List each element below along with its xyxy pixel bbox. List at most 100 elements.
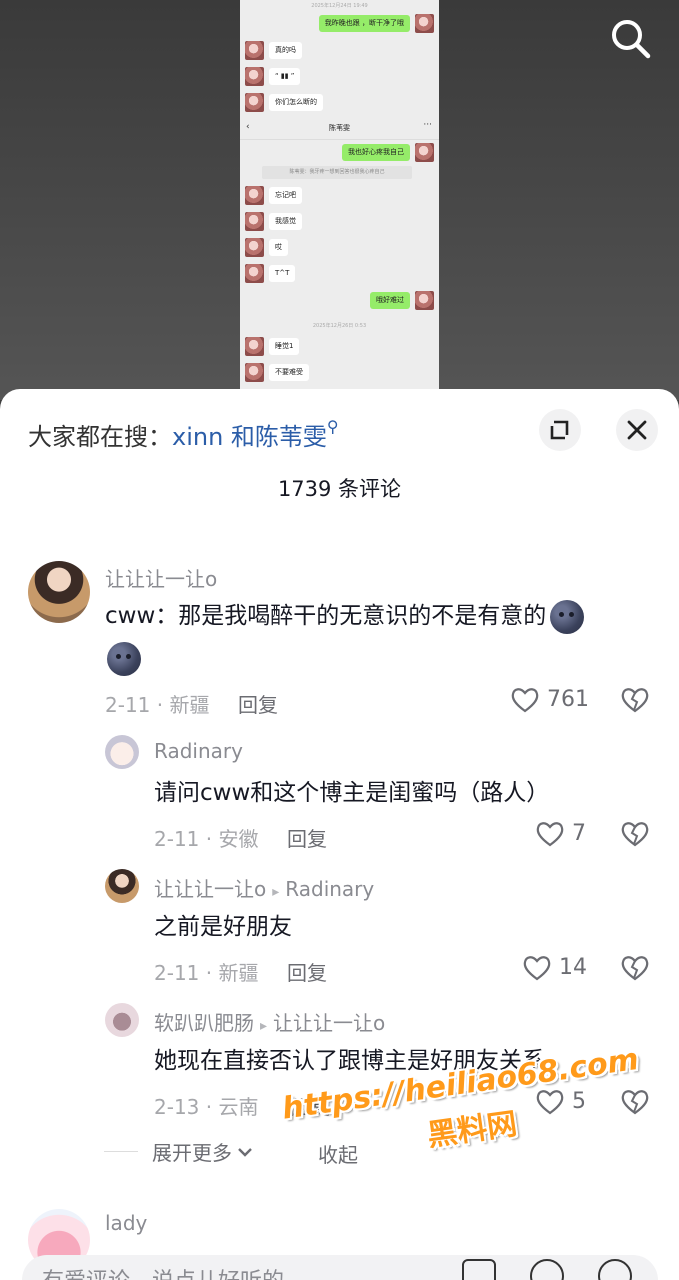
comment-date-region: 2-13 · 云南: [154, 1095, 259, 1119]
dislike-button[interactable]: [620, 954, 650, 982]
reply-target-username[interactable]: Radinary: [285, 877, 374, 901]
chat-avatar: [245, 93, 264, 112]
hot-search-prefix: 大家都在搜：: [28, 423, 172, 451]
chat-message: 真的吗: [240, 41, 439, 61]
comment-input[interactable]: 有爱评论，说点儿好听的: [22, 1255, 658, 1280]
search-icon: [612, 20, 651, 59]
dislike-button[interactable]: [620, 686, 650, 714]
chat-message: 哎: [240, 238, 439, 258]
comment-username-text[interactable]: 软趴趴肥肠: [154, 1011, 254, 1035]
comment-username[interactable]: lady: [105, 1211, 147, 1235]
chat-bubble: 真的吗: [269, 42, 302, 59]
reply-button[interactable]: 回复: [287, 957, 327, 986]
moon-emoji-icon: [107, 641, 141, 676]
chat-bubble: 不要难受: [269, 364, 309, 381]
more-icon: ···: [423, 120, 432, 130]
comment-username[interactable]: 让让让一让o: [105, 563, 217, 592]
like-count: 7: [572, 821, 586, 846]
avatar[interactable]: [105, 735, 139, 769]
collapse-button[interactable]: 收起: [318, 1139, 358, 1168]
chat-bubble: 哎: [269, 239, 288, 256]
reply-arrow-icon: ▸: [260, 1018, 268, 1034]
like-count: 761: [547, 687, 589, 712]
comment-date-region: 2-11 · 新疆: [105, 693, 210, 717]
chat-bubble: 你们怎么断的: [269, 94, 323, 111]
chat-message: 我昨晚也跟 ，断干净了哦: [240, 14, 439, 34]
moon-emoji-icon: [550, 599, 585, 634]
reply-button[interactable]: 回复: [238, 689, 278, 718]
chat-message: “ ▮▮ ”: [240, 67, 439, 87]
reply-arrow-icon: ▸: [272, 884, 280, 900]
chat-quote: 陈苇雯：我牙疼一想到回答也很我心疼自己: [262, 166, 412, 179]
avatar[interactable]: [105, 869, 139, 903]
like-button[interactable]: 7: [535, 820, 586, 848]
chat-message: 不要难受: [240, 363, 439, 383]
comment-date-region: 2-11 · 新疆: [154, 961, 259, 985]
chat-avatar: [415, 291, 434, 310]
hot-search-keyword[interactable]: xinn 和陈苇雯: [172, 423, 327, 451]
chat-message: T^T: [240, 264, 439, 284]
expand-button[interactable]: [539, 409, 581, 451]
broken-heart-icon: [621, 1090, 649, 1115]
video-area[interactable]: 2025年12月24日 19:49 我昨晚也跟 ，断干净了哦 真的吗 “ ▮▮ …: [0, 0, 679, 400]
hot-search-bar[interactable]: 大家都在搜：xinn 和陈苇雯⚲: [28, 417, 339, 452]
chat-header: ‹ 陈苇雯 ···: [240, 118, 439, 140]
comment-username: 让让让一让o ▸ Radinary: [154, 873, 374, 902]
like-count: 5: [572, 1089, 586, 1114]
comment-input-placeholder: 有爱评论，说点儿好听的: [42, 1263, 284, 1280]
reply-button[interactable]: 回复: [290, 1091, 330, 1120]
comment-count: 1739 条评论: [277, 477, 402, 501]
avatar[interactable]: [105, 1003, 139, 1037]
avatar[interactable]: [28, 561, 90, 623]
chat-message: 你们怎么断的: [240, 93, 439, 113]
chat-avatar: [415, 14, 434, 33]
comment-text: 之前是好朋友: [154, 914, 292, 940]
close-button[interactable]: [616, 409, 658, 451]
chat-message: 哦好难过: [240, 291, 439, 311]
chat-bubble: T^T: [269, 265, 296, 282]
heart-icon: [511, 688, 539, 713]
expand-more-button[interactable]: 展开更多: [104, 1137, 253, 1167]
emoji-icon[interactable]: [598, 1259, 632, 1280]
expand-more-label: 展开更多: [152, 1141, 232, 1165]
like-count: 14: [559, 955, 587, 980]
comment-username[interactable]: Radinary: [154, 739, 243, 763]
chat-avatar: [245, 264, 264, 283]
divider: [104, 1151, 138, 1152]
chat-avatar: [245, 337, 264, 356]
broken-heart-icon: [621, 956, 649, 981]
comment-username: 软趴趴肥肠 ▸ 让让让一让o: [154, 1007, 385, 1036]
chat-message: 我也好心疼我自己: [240, 143, 439, 163]
chat-bubble: 睡觉1: [269, 338, 300, 355]
reply-target-username[interactable]: 让让让一让o: [273, 1011, 385, 1035]
comment-username-text[interactable]: 让让让一让o: [154, 877, 266, 901]
broken-heart-icon: [621, 688, 649, 713]
expand-icon: [550, 420, 569, 440]
chat-bubble: 我感觉: [269, 213, 302, 230]
chat-message: 我感觉: [240, 212, 439, 232]
chat-bubble: 忘记吧: [269, 187, 302, 204]
dislike-button[interactable]: [620, 1088, 650, 1116]
comment-sheet: 大家都在搜：xinn 和陈苇雯⚲ 1739 条评论 让让让一让o cww：那是我…: [0, 389, 679, 1280]
like-button[interactable]: 761: [510, 686, 589, 714]
chat-avatar: [415, 143, 434, 162]
close-icon: [627, 420, 647, 440]
chat-title: 陈苇雯: [329, 124, 350, 132]
chat-timestamp: 2025年12月24日 19:49: [311, 3, 368, 9]
chat-bubble: “ ▮▮ ”: [269, 68, 301, 85]
like-button[interactable]: 14: [522, 954, 587, 982]
heart-icon: [536, 1090, 564, 1115]
search-button[interactable]: [606, 14, 654, 62]
at-icon[interactable]: [530, 1259, 564, 1280]
chat-screenshot: 2025年12月24日 19:49 我昨晚也跟 ，断干净了哦 真的吗 “ ▮▮ …: [240, 0, 439, 392]
chat-bubble: 哦好难过: [370, 292, 410, 309]
comment-body: cww：那是我喝醉干的无意识的不是有意的: [105, 603, 547, 629]
reply-button[interactable]: 回复: [287, 823, 327, 852]
dislike-button[interactable]: [620, 820, 650, 848]
chevron-down-icon: [238, 1147, 252, 1157]
chat-message: 忘记吧: [240, 186, 439, 206]
chat-bubble: 我昨晚也跟 ，断干净了哦: [318, 15, 410, 32]
broken-heart-icon: [621, 822, 649, 847]
image-icon[interactable]: [462, 1259, 496, 1280]
like-button[interactable]: 5: [535, 1088, 586, 1116]
